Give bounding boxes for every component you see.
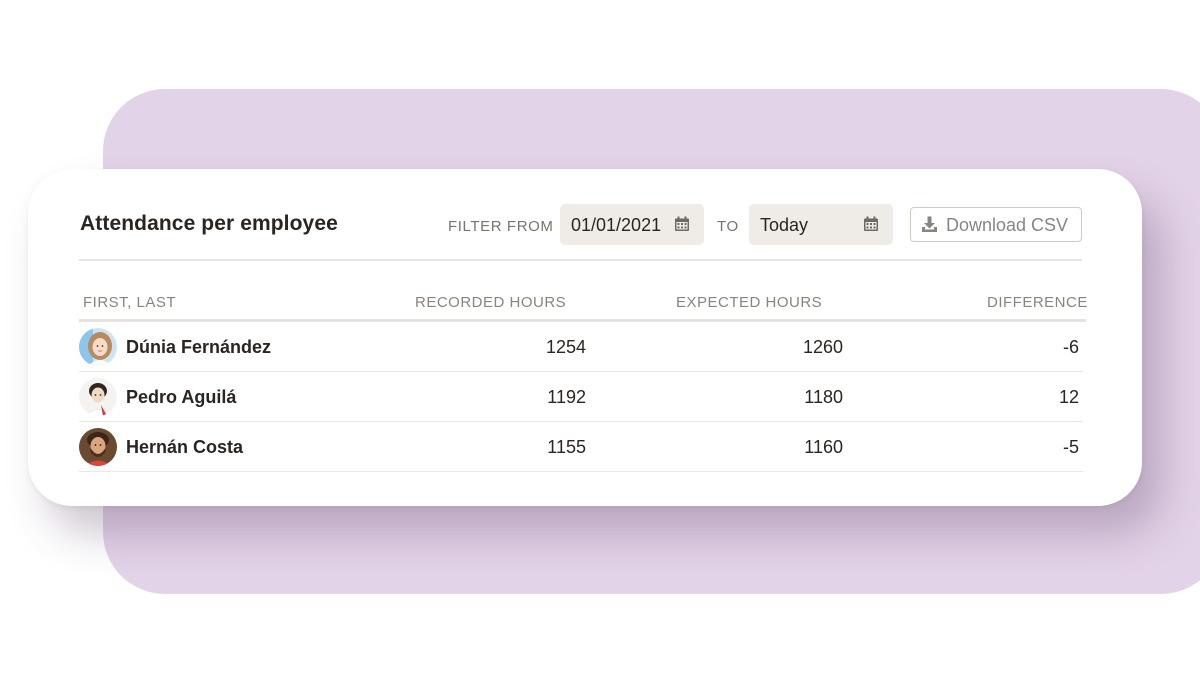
row-divider — [79, 470, 1083, 472]
to-date-field[interactable]: Today — [749, 204, 893, 245]
expected-hours: 1160 — [804, 437, 843, 457]
download-csv-label: Download CSV — [946, 215, 1069, 235]
column-header-recorded: RECORDED HOURS — [415, 294, 567, 311]
employee-name: Dúnia Fernández — [126, 337, 272, 357]
table-row[interactable]: Dúnia Fernández 1254 1260 -6 — [79, 322, 1086, 372]
employee-name: Hernán Costa — [126, 437, 244, 457]
column-header-name: FIRST, LAST — [83, 294, 177, 311]
to-label: TO — [717, 218, 739, 235]
from-date-field[interactable]: 01/01/2021 — [560, 204, 704, 245]
avatar — [79, 378, 117, 416]
avatar — [79, 428, 117, 466]
expected-hours: 1180 — [804, 387, 843, 407]
column-header-expected: EXPECTED HOURS — [676, 294, 823, 311]
table-row[interactable]: Hernán Costa 1155 1160 -5 — [79, 422, 1086, 472]
difference-value: 12 — [1058, 387, 1079, 407]
difference-value: -5 — [1062, 437, 1079, 457]
download-csv-button[interactable]: Download CSV — [910, 207, 1082, 242]
avatar — [79, 328, 117, 366]
expected-hours: 1260 — [802, 337, 843, 357]
recorded-hours: 1192 — [547, 387, 586, 407]
header-divider — [79, 259, 1082, 261]
difference-value: -6 — [1062, 337, 1079, 357]
filter-from-label: FILTER FROM — [448, 218, 554, 235]
calendar-icon[interactable] — [674, 216, 690, 232]
calendar-icon[interactable] — [863, 216, 879, 232]
employee-name: Pedro Aguilá — [126, 387, 237, 407]
column-header-difference: DIFFERENCE — [987, 294, 1088, 311]
table-row[interactable]: Pedro Aguilá 1192 1180 12 — [79, 372, 1086, 422]
card-title: Attendance per employee — [80, 212, 338, 235]
attendance-card: Attendance per employee FILTER FROM 01/0… — [28, 169, 1142, 506]
download-icon — [922, 216, 937, 232]
recorded-hours: 1254 — [545, 337, 586, 357]
from-date-value: 01/01/2021 — [571, 215, 662, 235]
stage: Attendance per employee FILTER FROM 01/0… — [0, 0, 1200, 694]
to-date-value: Today — [760, 215, 809, 235]
recorded-hours: 1155 — [547, 437, 586, 457]
